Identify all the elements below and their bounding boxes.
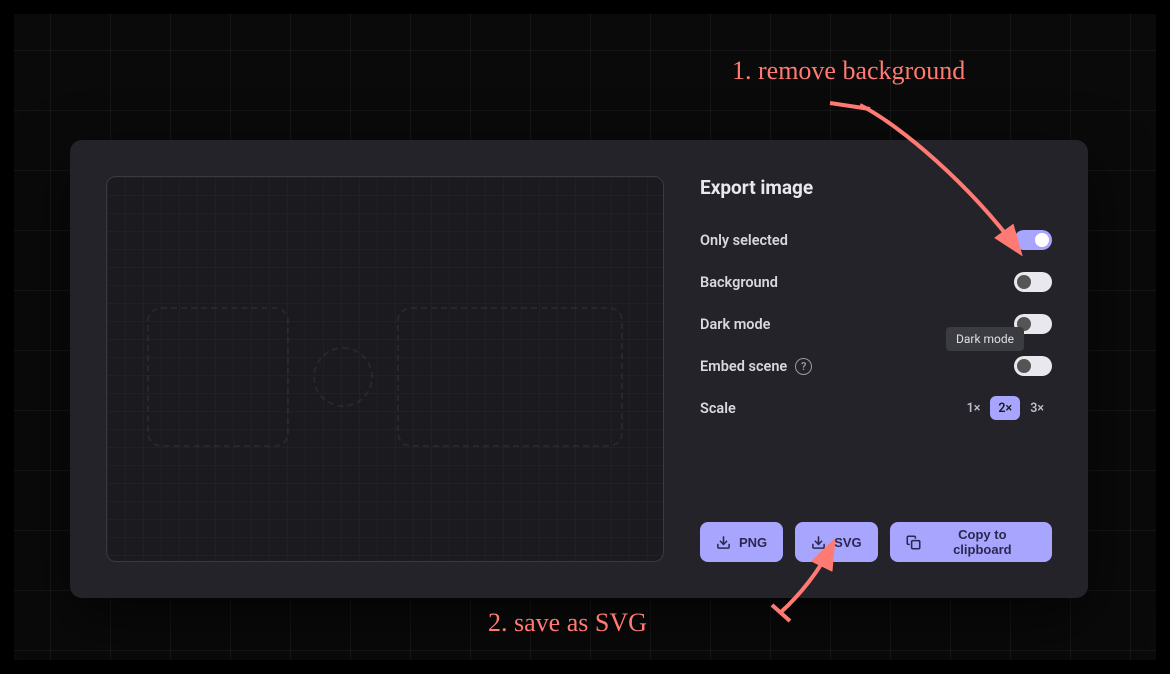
dialog-title: Export image [700,176,1052,199]
export-controls: Export image Only selected Background Da… [700,176,1052,562]
scale-1x-button[interactable]: 1× [959,396,989,420]
preview-shape [147,307,289,447]
export-preview-panel [106,176,664,562]
option-label: Only selected [700,232,788,249]
preview-shape [313,347,373,407]
scale-2x-button[interactable]: 2× [990,396,1020,420]
option-label: Background [700,274,778,291]
option-only-selected-row: Only selected [700,219,1052,261]
option-embed-scene-row: Embed scene ? [700,345,1052,387]
option-label: Embed scene ? [700,358,812,375]
scale-3x-button[interactable]: 3× [1022,396,1052,420]
option-dark-mode-row: Dark mode [700,303,1052,345]
export-svg-label: SVG [834,535,861,550]
download-icon [716,535,731,550]
background-toggle[interactable] [1014,272,1052,292]
option-label: Dark mode [700,316,770,333]
export-png-button[interactable]: PNG [700,522,783,562]
download-icon [811,535,826,550]
copy-label: Copy to clipboard [929,527,1036,557]
export-image-dialog: Export image Only selected Background Da… [70,140,1088,598]
scale-button-group: 1× 2× 3× [959,396,1052,420]
preview-shape [397,307,623,447]
embed-scene-label-text: Embed scene [700,358,787,375]
export-png-label: PNG [739,535,767,550]
only-selected-toggle[interactable] [1014,230,1052,250]
help-icon[interactable]: ? [795,358,812,375]
embed-scene-toggle[interactable] [1014,356,1052,376]
dark-mode-toggle[interactable] [1014,314,1052,334]
copy-icon [906,535,921,550]
option-background-row: Background [700,261,1052,303]
option-label: Scale [700,400,736,417]
preview-shapes [147,307,623,447]
option-scale-row: Scale 1× 2× 3× [700,387,1052,429]
export-actions: PNG SVG Copy to clipboard [700,522,1052,562]
copy-to-clipboard-button[interactable]: Copy to clipboard [890,522,1052,562]
export-svg-button[interactable]: SVG [795,522,877,562]
